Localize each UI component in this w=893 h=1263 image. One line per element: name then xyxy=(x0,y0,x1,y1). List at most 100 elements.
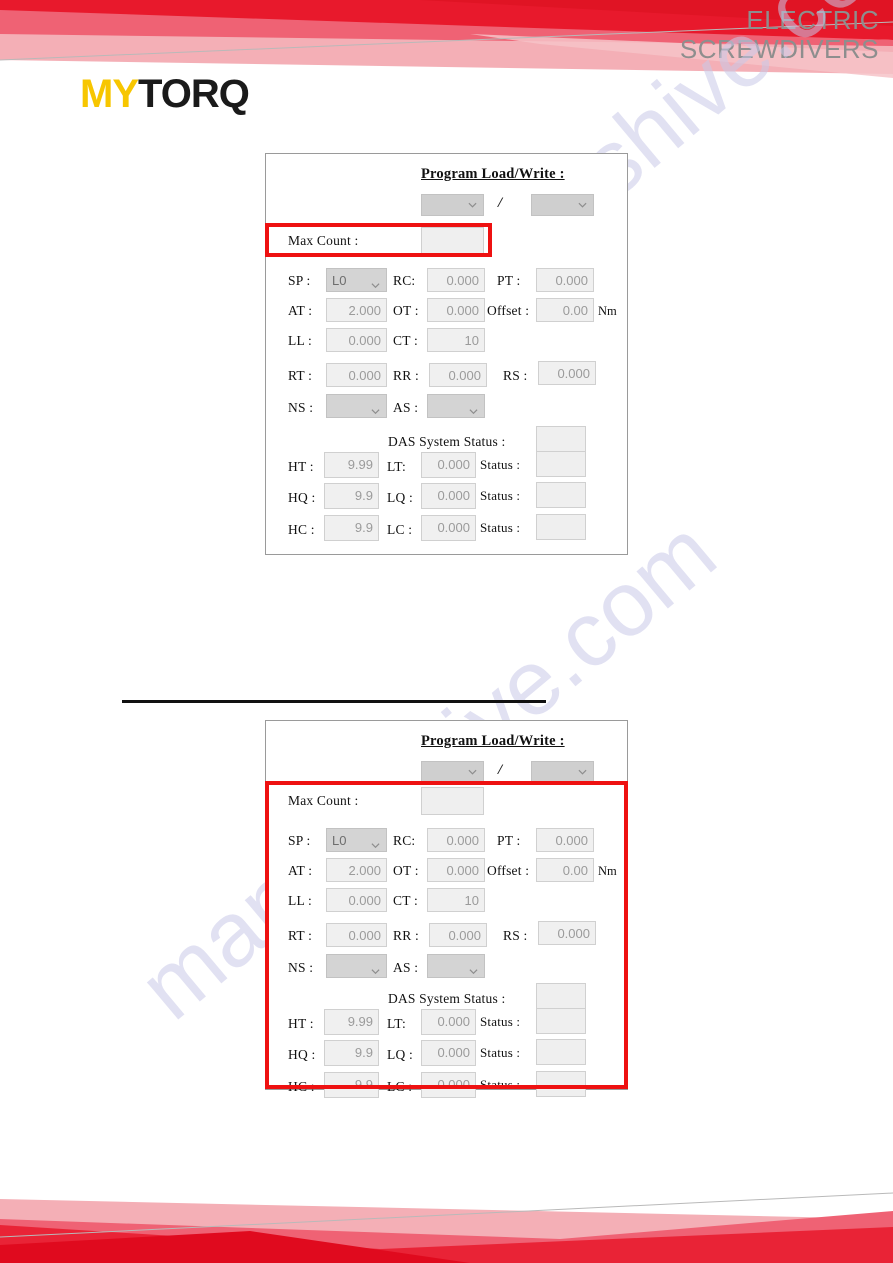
ht-field[interactable]: 9.99 xyxy=(324,1009,379,1035)
rs-field[interactable]: 0.000 xyxy=(538,361,596,385)
program-selector-row: / xyxy=(266,761,627,785)
status-field-3[interactable] xyxy=(536,514,586,540)
status-field-2[interactable] xyxy=(536,1039,586,1065)
sp-value: L0 xyxy=(332,833,347,848)
rr-label: RR : xyxy=(393,928,419,943)
chevron-down-icon xyxy=(371,962,380,975)
max-count-field[interactable] xyxy=(421,787,484,815)
as-label: AS : xyxy=(393,400,419,415)
rs-field[interactable]: 0.000 xyxy=(538,921,596,945)
ll-field[interactable]: 0.000 xyxy=(326,888,387,912)
panel-title: Program Load/Write : xyxy=(421,733,565,749)
sp-label: SP : xyxy=(288,833,311,848)
ct-field[interactable]: 10 xyxy=(427,328,485,352)
hq-field[interactable]: 9.9 xyxy=(324,1040,379,1066)
program-total-dropdown[interactable] xyxy=(531,761,594,783)
ns-dropdown[interactable] xyxy=(326,954,387,978)
chevron-down-icon xyxy=(469,402,478,415)
pt-field[interactable]: 0.000 xyxy=(536,828,594,852)
lt-field[interactable]: 0.000 xyxy=(421,1009,476,1035)
rr-field[interactable]: 0.000 xyxy=(429,363,487,387)
ns-dropdown[interactable] xyxy=(326,394,387,418)
program-total-dropdown[interactable] xyxy=(531,194,594,216)
das-system-status-field[interactable] xyxy=(536,983,586,1009)
ll-label: LL : xyxy=(288,893,312,908)
hq-label: HQ : xyxy=(288,490,316,505)
offset-label: Offset : xyxy=(487,303,530,318)
program-select-dropdown[interactable] xyxy=(421,194,484,216)
rr-field[interactable]: 0.000 xyxy=(429,923,487,947)
offset-field[interactable]: 0.00 xyxy=(536,298,594,322)
sp-label: SP : xyxy=(288,273,311,288)
rs-label: RS : xyxy=(503,928,528,943)
hq-field[interactable]: 9.9 xyxy=(324,483,379,509)
hc-field[interactable]: 9.9 xyxy=(324,515,379,541)
panel-title: Program Load/Write : xyxy=(421,166,565,182)
rr-label: RR : xyxy=(393,368,419,383)
lt-field[interactable]: 0.000 xyxy=(421,452,476,478)
pt-label: PT : xyxy=(497,833,521,848)
sp-dropdown[interactable]: L0 xyxy=(326,828,387,852)
lc-field[interactable]: 0.000 xyxy=(421,515,476,541)
max-count-field[interactable] xyxy=(421,227,484,255)
ll-field[interactable]: 0.000 xyxy=(326,328,387,352)
lc-field[interactable]: 0.000 xyxy=(421,1072,476,1098)
unit-label: Nm xyxy=(598,864,617,878)
status-label-3: Status : xyxy=(480,1077,521,1092)
rc-field[interactable]: 0.000 xyxy=(427,268,485,292)
offset-label: Offset : xyxy=(487,863,530,878)
at-field[interactable]: 2.000 xyxy=(326,298,387,322)
rt-label: RT : xyxy=(288,928,313,943)
das-system-status-label: DAS System Status : xyxy=(388,434,506,449)
chevron-down-icon xyxy=(468,768,477,777)
header-subtitle-line2: SCREWDIVERS xyxy=(679,34,879,65)
header-subtitle: ELECTRIC SCREWDIVERS xyxy=(679,5,879,65)
rt-field[interactable]: 0.000 xyxy=(326,923,387,947)
chevron-down-icon xyxy=(468,201,477,210)
status-label-1: Status : xyxy=(480,457,521,472)
lt-label: LT: xyxy=(387,1016,406,1031)
program-load-write-panel-2: Program Load/Write : / Max Count : SP : … xyxy=(265,720,628,1098)
das-system-status-label: DAS System Status : xyxy=(388,991,506,1006)
rc-label: RC: xyxy=(393,273,416,288)
status-field-1[interactable] xyxy=(536,451,586,477)
ht-field[interactable]: 9.99 xyxy=(324,452,379,478)
chevron-down-icon xyxy=(371,402,380,415)
ot-field[interactable]: 0.000 xyxy=(427,298,485,322)
rc-label: RC: xyxy=(393,833,416,848)
rt-field[interactable]: 0.000 xyxy=(326,363,387,387)
mytorq-logo: MYTORQ xyxy=(80,72,250,117)
ot-field[interactable]: 0.000 xyxy=(427,858,485,882)
at-label: AT : xyxy=(288,303,313,318)
status-field-3[interactable] xyxy=(536,1071,586,1097)
program-selector-row: / xyxy=(266,194,627,218)
program-select-dropdown[interactable] xyxy=(421,761,484,783)
status-field-1[interactable] xyxy=(536,1008,586,1034)
ns-label: NS : xyxy=(288,960,314,975)
offset-field[interactable]: 0.00 xyxy=(536,858,594,882)
rc-field[interactable]: 0.000 xyxy=(427,828,485,852)
unit-label: Nm xyxy=(598,304,617,318)
hc-label: HC : xyxy=(288,1079,315,1094)
pt-label: PT : xyxy=(497,273,521,288)
lq-field[interactable]: 0.000 xyxy=(421,483,476,509)
ct-label: CT : xyxy=(393,333,418,348)
as-dropdown[interactable] xyxy=(427,954,485,978)
lq-label: LQ : xyxy=(387,490,413,505)
rt-label: RT : xyxy=(288,368,313,383)
lq-field[interactable]: 0.000 xyxy=(421,1040,476,1066)
sp-value: L0 xyxy=(332,273,347,288)
as-dropdown[interactable] xyxy=(427,394,485,418)
ct-field[interactable]: 10 xyxy=(427,888,485,912)
ll-label: LL : xyxy=(288,333,312,348)
lc-label: LC : xyxy=(387,522,413,537)
sp-dropdown[interactable]: L0 xyxy=(326,268,387,292)
status-field-2[interactable] xyxy=(536,482,586,508)
hc-field[interactable]: 9.9 xyxy=(324,1072,379,1098)
pt-field[interactable]: 0.000 xyxy=(536,268,594,292)
ns-label: NS : xyxy=(288,400,314,415)
rs-label: RS : xyxy=(503,368,528,383)
das-system-status-field[interactable] xyxy=(536,426,586,452)
ot-label: OT : xyxy=(393,303,419,318)
at-field[interactable]: 2.000 xyxy=(326,858,387,882)
